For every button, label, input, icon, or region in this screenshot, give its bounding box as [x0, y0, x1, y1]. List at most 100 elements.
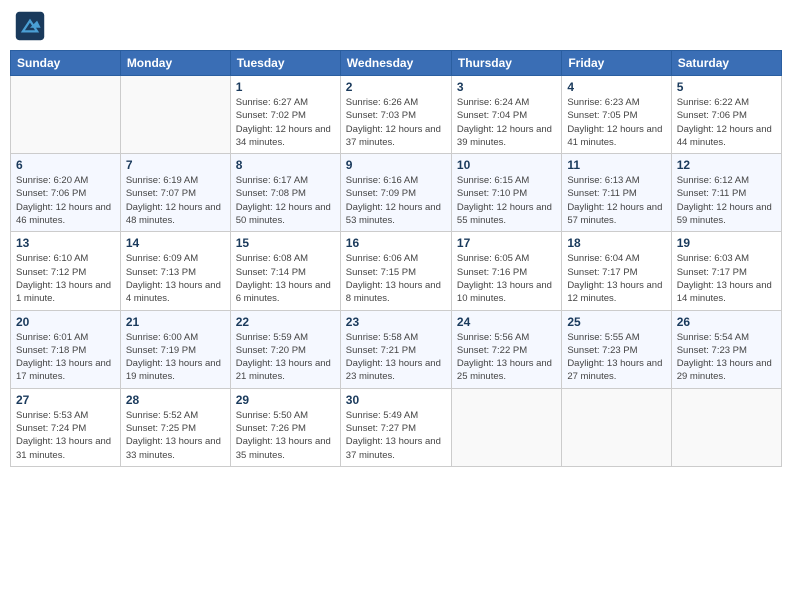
sunset-label: Sunset: 7:07 PM — [126, 188, 196, 199]
day-detail: Sunrise: 5:58 AM Sunset: 7:21 PM Dayligh… — [346, 331, 446, 384]
day-number: 3 — [457, 80, 556, 94]
calendar-cell: 12 Sunrise: 6:12 AM Sunset: 7:11 PM Dayl… — [671, 154, 781, 232]
daylight-label: Daylight: 13 hours and 17 minutes. — [16, 358, 111, 382]
day-detail: Sunrise: 5:56 AM Sunset: 7:22 PM Dayligh… — [457, 331, 556, 384]
sunset-label: Sunset: 7:25 PM — [126, 423, 196, 434]
day-detail: Sunrise: 6:20 AM Sunset: 7:06 PM Dayligh… — [16, 174, 115, 227]
sunset-label: Sunset: 7:05 PM — [567, 110, 637, 121]
sunrise-label: Sunrise: 6:00 AM — [126, 332, 198, 343]
day-number: 5 — [677, 80, 776, 94]
calendar-cell: 27 Sunrise: 5:53 AM Sunset: 7:24 PM Dayl… — [11, 388, 121, 466]
calendar-week-row: 27 Sunrise: 5:53 AM Sunset: 7:24 PM Dayl… — [11, 388, 782, 466]
day-detail: Sunrise: 6:17 AM Sunset: 7:08 PM Dayligh… — [236, 174, 335, 227]
calendar-cell: 23 Sunrise: 5:58 AM Sunset: 7:21 PM Dayl… — [340, 310, 451, 388]
day-detail: Sunrise: 6:09 AM Sunset: 7:13 PM Dayligh… — [126, 252, 225, 305]
sunrise-label: Sunrise: 5:59 AM — [236, 332, 308, 343]
weekday-header: Sunday — [11, 51, 121, 76]
sunset-label: Sunset: 7:19 PM — [126, 345, 196, 356]
calendar-table: SundayMondayTuesdayWednesdayThursdayFrid… — [10, 50, 782, 467]
daylight-label: Daylight: 13 hours and 27 minutes. — [567, 358, 662, 382]
sunrise-label: Sunrise: 6:16 AM — [346, 175, 418, 186]
sunset-label: Sunset: 7:08 PM — [236, 188, 306, 199]
sunset-label: Sunset: 7:21 PM — [346, 345, 416, 356]
daylight-label: Daylight: 13 hours and 33 minutes. — [126, 436, 221, 460]
sunset-label: Sunset: 7:04 PM — [457, 110, 527, 121]
sunrise-label: Sunrise: 6:08 AM — [236, 253, 308, 264]
daylight-label: Daylight: 12 hours and 39 minutes. — [457, 124, 552, 148]
sunset-label: Sunset: 7:17 PM — [567, 267, 637, 278]
sunrise-label: Sunrise: 6:01 AM — [16, 332, 88, 343]
day-detail: Sunrise: 6:04 AM Sunset: 7:17 PM Dayligh… — [567, 252, 665, 305]
calendar-cell: 7 Sunrise: 6:19 AM Sunset: 7:07 PM Dayli… — [120, 154, 230, 232]
sunset-label: Sunset: 7:20 PM — [236, 345, 306, 356]
sunset-label: Sunset: 7:09 PM — [346, 188, 416, 199]
daylight-label: Daylight: 12 hours and 48 minutes. — [126, 202, 221, 226]
sunrise-label: Sunrise: 6:19 AM — [126, 175, 198, 186]
day-detail: Sunrise: 5:52 AM Sunset: 7:25 PM Dayligh… — [126, 409, 225, 462]
weekday-header: Wednesday — [340, 51, 451, 76]
day-detail: Sunrise: 6:00 AM Sunset: 7:19 PM Dayligh… — [126, 331, 225, 384]
daylight-label: Daylight: 12 hours and 50 minutes. — [236, 202, 331, 226]
day-detail: Sunrise: 6:05 AM Sunset: 7:16 PM Dayligh… — [457, 252, 556, 305]
day-detail: Sunrise: 5:53 AM Sunset: 7:24 PM Dayligh… — [16, 409, 115, 462]
sunrise-label: Sunrise: 5:58 AM — [346, 332, 418, 343]
day-detail: Sunrise: 6:13 AM Sunset: 7:11 PM Dayligh… — [567, 174, 665, 227]
day-number: 27 — [16, 393, 115, 407]
sunset-label: Sunset: 7:10 PM — [457, 188, 527, 199]
day-detail: Sunrise: 5:50 AM Sunset: 7:26 PM Dayligh… — [236, 409, 335, 462]
sunset-label: Sunset: 7:26 PM — [236, 423, 306, 434]
sunrise-label: Sunrise: 6:23 AM — [567, 97, 639, 108]
day-number: 26 — [677, 315, 776, 329]
daylight-label: Daylight: 13 hours and 4 minutes. — [126, 280, 221, 304]
calendar-cell: 25 Sunrise: 5:55 AM Sunset: 7:23 PM Dayl… — [562, 310, 671, 388]
weekday-header: Friday — [562, 51, 671, 76]
sunrise-label: Sunrise: 6:03 AM — [677, 253, 749, 264]
day-detail: Sunrise: 6:01 AM Sunset: 7:18 PM Dayligh… — [16, 331, 115, 384]
calendar-cell: 17 Sunrise: 6:05 AM Sunset: 7:16 PM Dayl… — [451, 232, 561, 310]
sunrise-label: Sunrise: 5:50 AM — [236, 410, 308, 421]
sunrise-label: Sunrise: 6:05 AM — [457, 253, 529, 264]
calendar-cell: 29 Sunrise: 5:50 AM Sunset: 7:26 PM Dayl… — [230, 388, 340, 466]
calendar-cell — [120, 76, 230, 154]
sunrise-label: Sunrise: 5:52 AM — [126, 410, 198, 421]
sunset-label: Sunset: 7:12 PM — [16, 267, 86, 278]
daylight-label: Daylight: 12 hours and 53 minutes. — [346, 202, 441, 226]
logo-icon — [14, 10, 46, 42]
day-detail: Sunrise: 5:59 AM Sunset: 7:20 PM Dayligh… — [236, 331, 335, 384]
day-number: 1 — [236, 80, 335, 94]
calendar-cell: 6 Sunrise: 6:20 AM Sunset: 7:06 PM Dayli… — [11, 154, 121, 232]
day-detail: Sunrise: 6:27 AM Sunset: 7:02 PM Dayligh… — [236, 96, 335, 149]
sunset-label: Sunset: 7:18 PM — [16, 345, 86, 356]
day-detail: Sunrise: 6:22 AM Sunset: 7:06 PM Dayligh… — [677, 96, 776, 149]
daylight-label: Daylight: 12 hours and 57 minutes. — [567, 202, 662, 226]
day-number: 7 — [126, 158, 225, 172]
day-detail: Sunrise: 6:08 AM Sunset: 7:14 PM Dayligh… — [236, 252, 335, 305]
calendar-cell: 22 Sunrise: 5:59 AM Sunset: 7:20 PM Dayl… — [230, 310, 340, 388]
calendar-cell — [671, 388, 781, 466]
calendar-week-row: 13 Sunrise: 6:10 AM Sunset: 7:12 PM Dayl… — [11, 232, 782, 310]
day-detail: Sunrise: 5:54 AM Sunset: 7:23 PM Dayligh… — [677, 331, 776, 384]
sunrise-label: Sunrise: 5:53 AM — [16, 410, 88, 421]
day-number: 10 — [457, 158, 556, 172]
calendar-cell — [11, 76, 121, 154]
sunrise-label: Sunrise: 5:49 AM — [346, 410, 418, 421]
calendar-cell: 13 Sunrise: 6:10 AM Sunset: 7:12 PM Dayl… — [11, 232, 121, 310]
calendar-cell — [562, 388, 671, 466]
sunrise-label: Sunrise: 6:09 AM — [126, 253, 198, 264]
day-number: 13 — [16, 236, 115, 250]
sunset-label: Sunset: 7:15 PM — [346, 267, 416, 278]
day-detail: Sunrise: 6:15 AM Sunset: 7:10 PM Dayligh… — [457, 174, 556, 227]
daylight-label: Daylight: 13 hours and 21 minutes. — [236, 358, 331, 382]
sunrise-label: Sunrise: 6:04 AM — [567, 253, 639, 264]
calendar-week-row: 6 Sunrise: 6:20 AM Sunset: 7:06 PM Dayli… — [11, 154, 782, 232]
day-number: 9 — [346, 158, 446, 172]
weekday-header: Tuesday — [230, 51, 340, 76]
day-number: 29 — [236, 393, 335, 407]
calendar-cell: 1 Sunrise: 6:27 AM Sunset: 7:02 PM Dayli… — [230, 76, 340, 154]
weekday-header: Thursday — [451, 51, 561, 76]
sunset-label: Sunset: 7:03 PM — [346, 110, 416, 121]
day-number: 8 — [236, 158, 335, 172]
page-header — [10, 10, 782, 42]
day-number: 20 — [16, 315, 115, 329]
daylight-label: Daylight: 13 hours and 37 minutes. — [346, 436, 441, 460]
